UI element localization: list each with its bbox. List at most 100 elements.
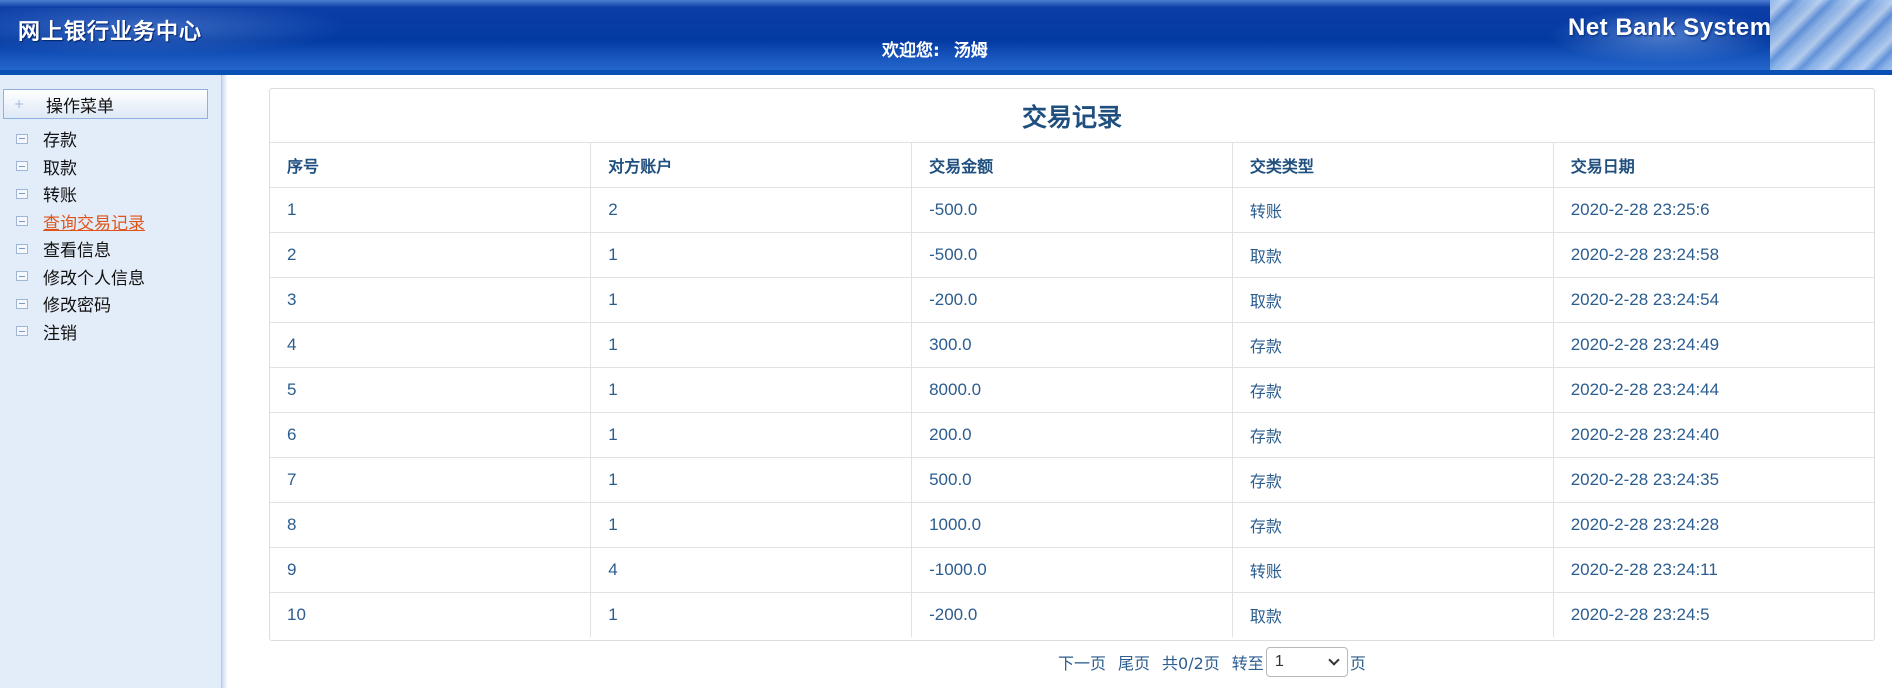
transaction-panel: 交易记录 序号 对方账户 交易金额 交类类型 交易日期 1 2 -500.0 转账 2020-2… [269,88,1875,641]
brand-name: Net Bank System [1568,14,1772,41]
table-row: 6 1 200.0 存款 2020-2-28 23:24:40 [270,412,1874,458]
page-info: 共0/2页 [1162,654,1220,673]
last-page-link[interactable]: 尾页 [1118,650,1150,674]
sidebar-divider [222,75,228,688]
minus-box-icon [16,271,28,282]
table-cell: 2020-2-28 23:24:54 [1553,277,1874,323]
table-cell: 300.0 [911,322,1233,368]
table-cell: 6 [270,412,592,458]
table-cell: 1 [590,367,913,413]
sidebar: + 操作菜单 存款取款转账 查询交易记录查看信息 修改个人信息修改密码注销 [0,75,222,688]
transaction-table: 序号 对方账户 交易金额 交类类型 交易日期 1 2 -500.0 转账 2020-2-28 2… [270,143,1874,637]
table-row: 5 1 8000.0 存款 2020-2-28 23:24:44 [270,367,1874,413]
table-cell: 9 [270,547,592,593]
table-cell: 存款 [1232,367,1554,413]
table-cell: 2 [590,187,913,233]
pagination: 下一页 尾页 共0/2页 转至 1 页 [1058,647,1366,677]
table-cell: 5 [270,367,592,413]
table-cell: 4 [270,322,592,368]
table-cell: 3 [270,277,592,323]
table-cell: 1 [590,502,913,548]
sidebar-item-label: 注销 [43,323,77,344]
welcome-text: 欢迎您: 汤姆 [882,36,988,61]
menu-header[interactable]: + 操作菜单 [3,89,208,119]
table-cell: 2020-2-28 23:24:28 [1553,502,1874,548]
sidebar-item[interactable]: 查询交易记录 [0,208,222,236]
goto-label: 转至 [1231,654,1264,673]
sidebar-item[interactable]: 存款 [0,125,222,153]
table-cell: 2020-2-28 23:24:58 [1553,232,1874,278]
page-select-value: 1 [1274,653,1284,670]
minus-box-icon [16,216,28,227]
table-cell: 1 [270,187,592,233]
menu-list: 存款取款转账 查询交易记录查看信息 修改个人信息修改密码注销 [0,125,222,345]
header-stripe [0,70,1892,75]
table-row: 10 1 -200.0 取款 2020-2-28 23:24:5 [270,592,1874,637]
table-cell: 转账 [1232,547,1554,593]
sidebar-item[interactable]: 查看信息 [0,235,222,263]
app-title: 网上银行业务中心 [18,19,203,45]
sidebar-item-label: 修改密码 [43,296,111,317]
sidebar-item-label: 转账 [43,186,77,207]
table-cell: 500.0 [911,457,1233,503]
page-title: 交易记录 [270,89,1874,143]
table-cell: 4 [590,547,913,593]
sidebar-item[interactable]: 注销 [0,318,222,346]
header-bar: 网上银行业务中心 欢迎您: 汤姆 Net Bank System [0,0,1892,75]
table-row: 8 1 1000.0 存款 2020-2-28 23:24:28 [270,502,1874,548]
table-cell: 1000.0 [911,502,1233,548]
table-cell: 取款 [1232,232,1554,278]
table-cell: -500.0 [911,187,1233,233]
table-cell: 2020-2-28 23:24:44 [1553,367,1874,413]
table-cell: 1 [590,232,913,278]
table-header-row: 序号 对方账户 交易金额 交类类型 交易日期 [270,143,1874,188]
table-cell: -200.0 [911,277,1233,323]
table-cell: 存款 [1232,322,1554,368]
sidebar-item[interactable]: 修改个人信息 [0,263,222,291]
page-select[interactable]: 1 [1265,647,1348,677]
sidebar-item-label: 存款 [43,131,77,152]
user-name: 汤姆 [953,41,988,61]
table-cell: -500.0 [911,232,1233,278]
table-row: 2 1 -500.0 取款 2020-2-28 23:24:58 [270,232,1874,278]
minus-box-icon [16,298,28,309]
table-cell: 2020-2-28 23:24:40 [1553,412,1874,458]
table-cell: 2020-2-28 23:25:6 [1553,187,1874,233]
sidebar-item[interactable]: 转账 [0,180,222,208]
page-suffix: 页 [1349,654,1366,673]
table-cell: 10 [270,592,592,637]
table-cell: 1 [590,457,913,503]
menu-title: 操作菜单 [46,96,114,117]
next-page-link[interactable]: 下一页 [1058,650,1106,674]
table-cell: 8000.0 [911,367,1233,413]
table-body: 1 2 -500.0 转账 2020-2-28 23:25:6 2 1 -500.0 取款 202… [270,187,1874,637]
table-cell: 2020-2-28 23:24:11 [1553,547,1874,593]
table-cell: 转账 [1232,187,1554,233]
minus-box-icon [16,161,28,172]
table-cell: 2 [270,232,592,278]
column-header: 对方账户 [590,143,913,188]
table-cell: 2020-2-28 23:24:5 [1570,604,1710,624]
table-cell: 存款 [1232,412,1554,458]
table-cell: 取款 [1232,277,1554,323]
table-row: 1 2 -500.0 转账 2020-2-28 23:25:6 [270,187,1874,233]
table-cell: 取款 [1232,592,1554,637]
table-cell: 2020-2-28 23:24:49 [1553,322,1874,368]
welcome-label: 欢迎您: [882,41,940,61]
table-cell: 1 [590,277,913,323]
sidebar-item-label: 查看信息 [43,241,111,262]
keyboard-decoration [1770,0,1892,72]
minus-box-icon [16,326,28,337]
table-cell: -1000.0 [911,547,1233,593]
table-cell: 8 [270,502,592,548]
table-cell: 1 [590,322,913,368]
sidebar-item-label: 取款 [43,158,77,179]
table-row: 9 4 -1000.0 转账 2020-2-28 23:24:11 [270,547,1874,593]
column-header: 交类类型 [1232,143,1554,188]
sidebar-item[interactable]: 取款 [0,153,222,181]
table-cell: -200.0 [911,592,1233,637]
sidebar-item[interactable]: 修改密码 [0,290,222,318]
minus-box-icon [16,243,28,254]
column-header: 交易日期 [1553,143,1874,188]
table-cell: 1 [590,412,913,458]
